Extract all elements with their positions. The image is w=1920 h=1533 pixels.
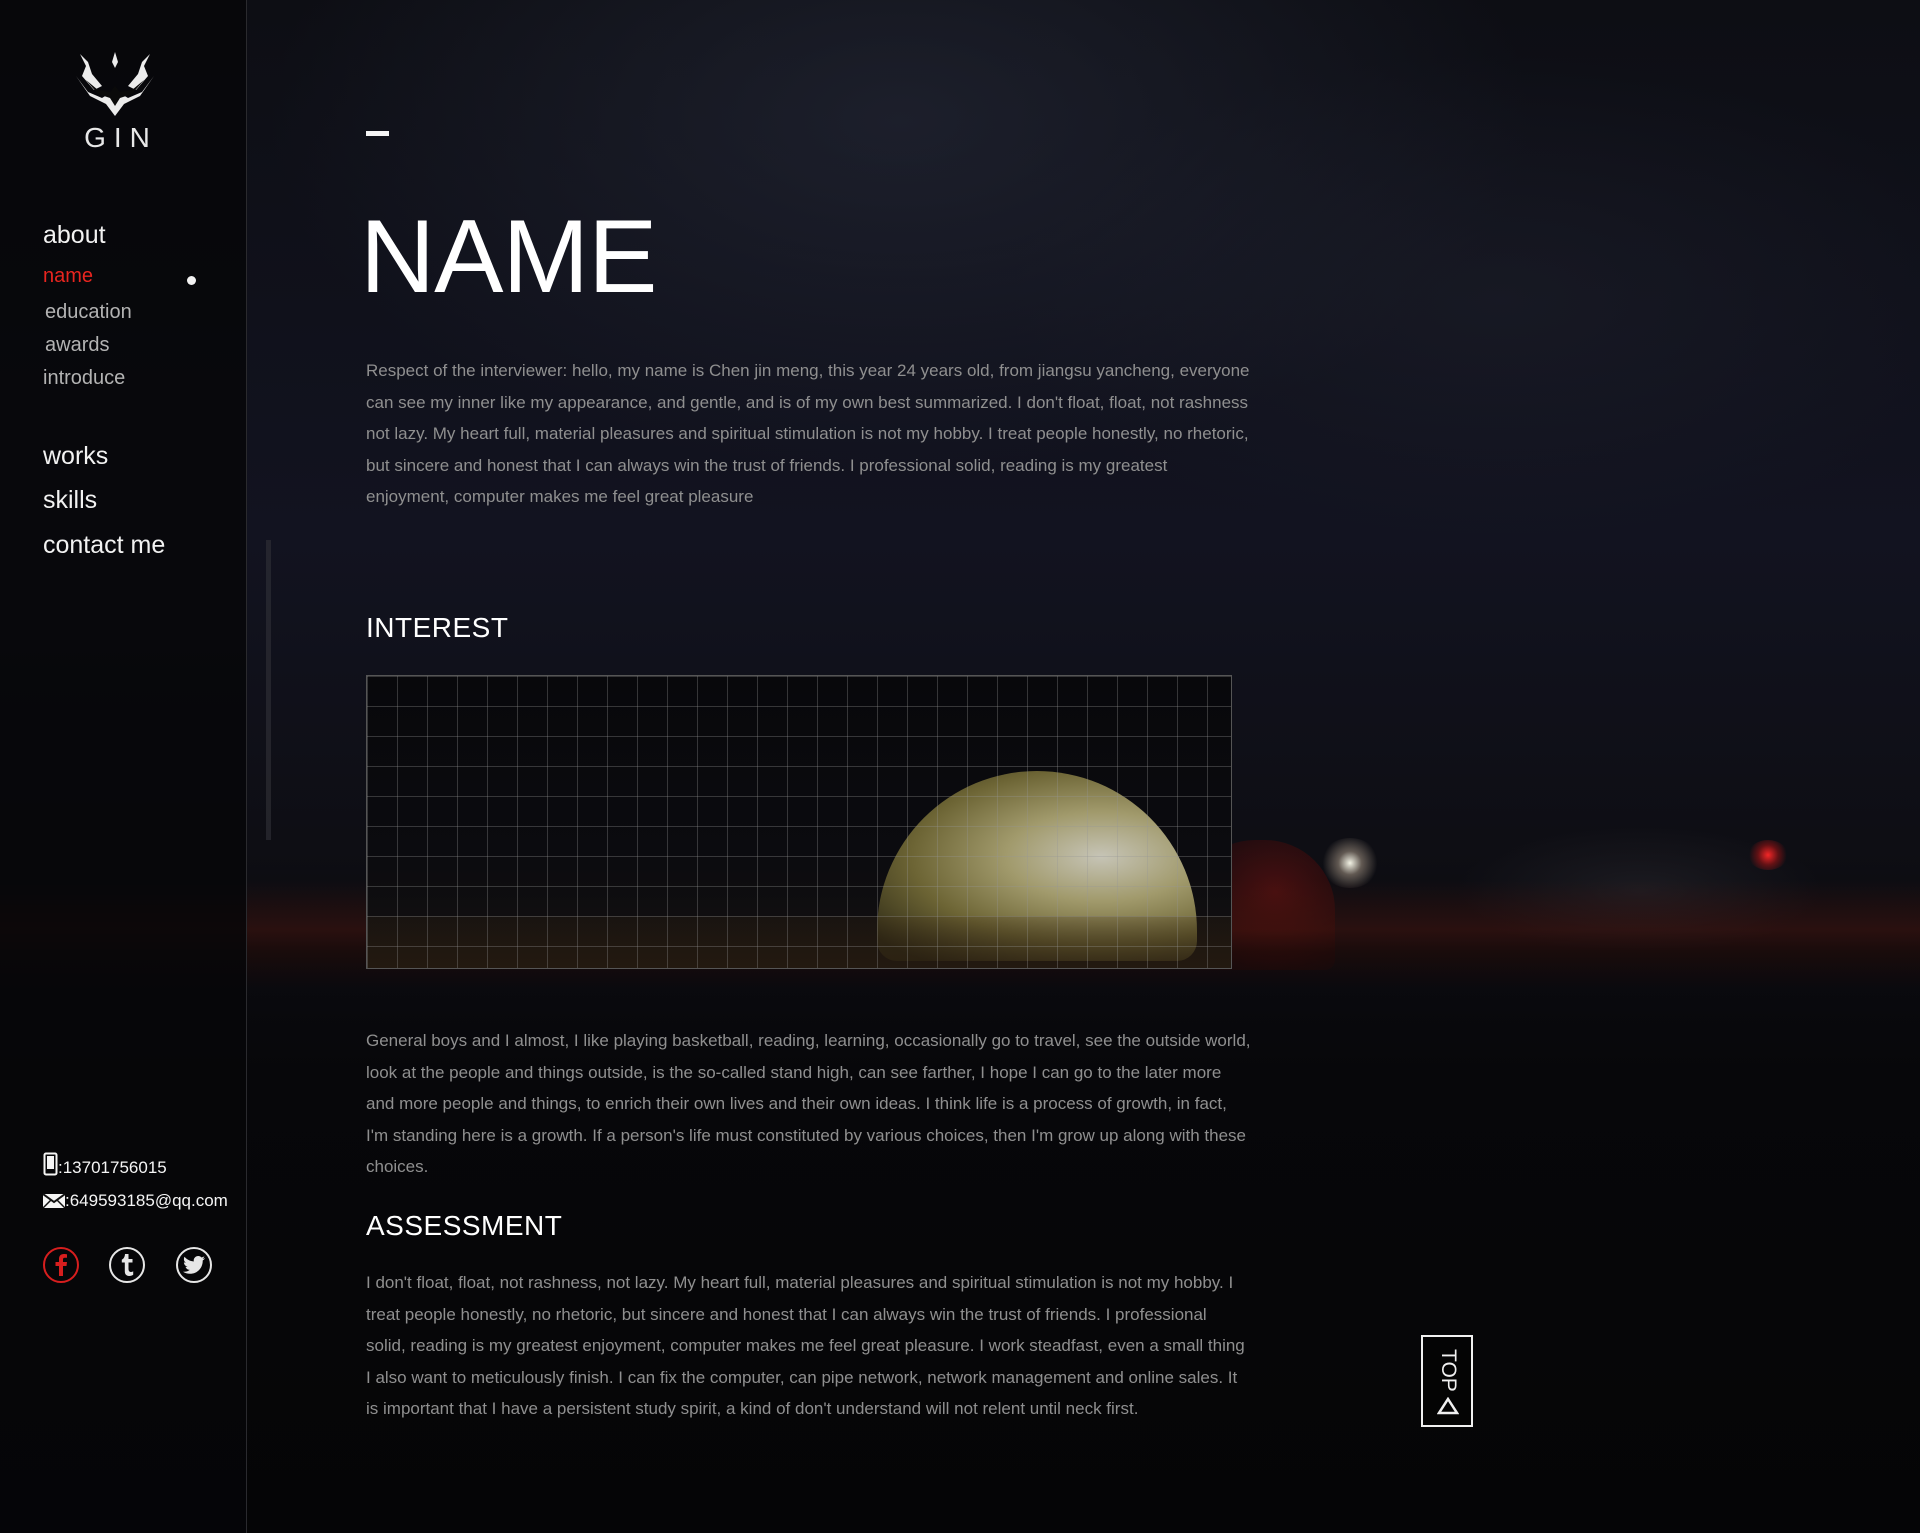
- twitter-icon: [183, 1256, 205, 1274]
- phone-number: :13701756015: [58, 1158, 167, 1177]
- grid-overlay: [367, 676, 1231, 968]
- facebook-button[interactable]: [43, 1247, 79, 1283]
- nav-skills[interactable]: skills: [43, 486, 97, 515]
- active-indicator-dot: [187, 276, 196, 285]
- envelope-icon: [42, 1193, 66, 1209]
- tumblr-button[interactable]: [109, 1247, 145, 1283]
- phone-icon: [43, 1152, 58, 1176]
- top-label: TOP: [1437, 1349, 1460, 1392]
- logo-text: GIN: [84, 122, 158, 153]
- contact-email: :649593185@qq.com: [42, 1191, 228, 1211]
- nav-works[interactable]: works: [43, 442, 108, 471]
- logo[interactable]: GIN: [72, 46, 158, 158]
- nav-about[interactable]: about: [43, 221, 106, 250]
- twitter-button[interactable]: [176, 1247, 212, 1283]
- assessment-paragraph: I don't float, float, not rashness, not …: [366, 1273, 1245, 1418]
- nav-sub-name[interactable]: name: [43, 265, 93, 288]
- triangle-up-icon: [1437, 1397, 1459, 1415]
- facebook-icon: [55, 1254, 67, 1276]
- interest-heading: INTEREST: [366, 612, 509, 643]
- interest-photo: [366, 675, 1232, 969]
- sidebar: GIN about name education awards introduc…: [0, 0, 247, 1533]
- nav-contact-me[interactable]: contact me: [43, 531, 165, 560]
- nav-sub-awards[interactable]: awards: [45, 334, 109, 357]
- intro-paragraph: Respect of the interviewer: hello, my na…: [366, 361, 1250, 506]
- background-pole: [266, 540, 271, 840]
- title-dash: [366, 131, 389, 136]
- wings-logo-icon: [76, 52, 154, 116]
- page-title: NAME: [360, 199, 657, 315]
- nav-sub-introduce[interactable]: introduce: [43, 367, 125, 390]
- nav-sub-education[interactable]: education: [45, 301, 132, 324]
- back-to-top-button[interactable]: TOP: [1421, 1335, 1473, 1427]
- background-taillight: [1748, 840, 1788, 870]
- interest-paragraph: General boys and I almost, I like playin…: [366, 1031, 1251, 1176]
- assessment-heading: ASSESSMENT: [366, 1210, 563, 1241]
- contact-phone: :13701756015: [43, 1152, 167, 1178]
- email-address: :649593185@qq.com: [65, 1191, 228, 1210]
- tumblr-icon: [121, 1254, 134, 1276]
